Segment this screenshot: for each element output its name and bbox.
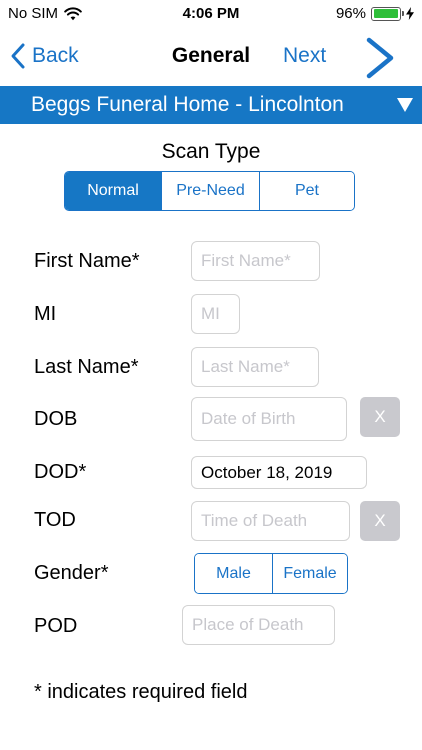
status-bar: No SIM 4:06 PM 96% (0, 0, 422, 30)
dod-label: DOD* (34, 461, 87, 483)
scan-type-selector: Normal Pre-Need Pet (64, 171, 355, 211)
dob-label: DOB (34, 408, 78, 430)
tod-label: TOD (34, 509, 76, 531)
gender-selector: Male Female (194, 553, 348, 594)
date-of-birth-input[interactable] (191, 397, 347, 441)
scan-type-label: Scan Type (161, 140, 261, 163)
chevron-right-icon[interactable] (362, 36, 398, 80)
scan-type-pre-need[interactable]: Pre-Need (161, 172, 259, 210)
clear-dob-button[interactable]: X (360, 397, 400, 437)
dropdown-triangle-icon (397, 98, 413, 112)
scan-type-normal[interactable]: Normal (65, 172, 161, 210)
last-name-input[interactable] (191, 347, 319, 387)
back-button[interactable]: Back (10, 38, 79, 74)
location-name: Beggs Funeral Home - Lincolnton (31, 93, 344, 116)
battery-percent: 96% (335, 5, 366, 22)
first-name-input[interactable] (191, 241, 320, 281)
battery-level-fill (373, 9, 398, 18)
gender-female-option[interactable]: Female (272, 554, 347, 593)
date-of-death-input[interactable] (191, 456, 367, 489)
gender-label: Gender* (34, 562, 109, 584)
clear-tod-button[interactable]: X (360, 501, 400, 541)
location-dropdown[interactable]: Beggs Funeral Home - Lincolnton (0, 86, 422, 124)
navigation-bar: Back General Next (0, 30, 422, 84)
scan-type-pet[interactable]: Pet (259, 172, 354, 210)
mi-label: MI (34, 303, 57, 325)
pod-label: POD (34, 615, 78, 637)
charging-bolt-icon (406, 7, 414, 20)
place-of-death-input[interactable] (182, 605, 335, 645)
next-button[interactable]: Next (283, 44, 326, 68)
mi-input[interactable] (191, 294, 240, 334)
battery-icon (371, 6, 404, 21)
status-right: 96% (336, 5, 414, 22)
time-of-death-input[interactable] (191, 501, 350, 541)
last-name-label: Last Name* (34, 356, 139, 378)
gender-male-option[interactable]: Male (195, 554, 272, 593)
back-label: Back (32, 44, 79, 67)
required-field-note: * indicates required field (34, 681, 248, 703)
chevron-left-icon (11, 43, 25, 69)
first-name-label: First Name* (34, 250, 140, 272)
